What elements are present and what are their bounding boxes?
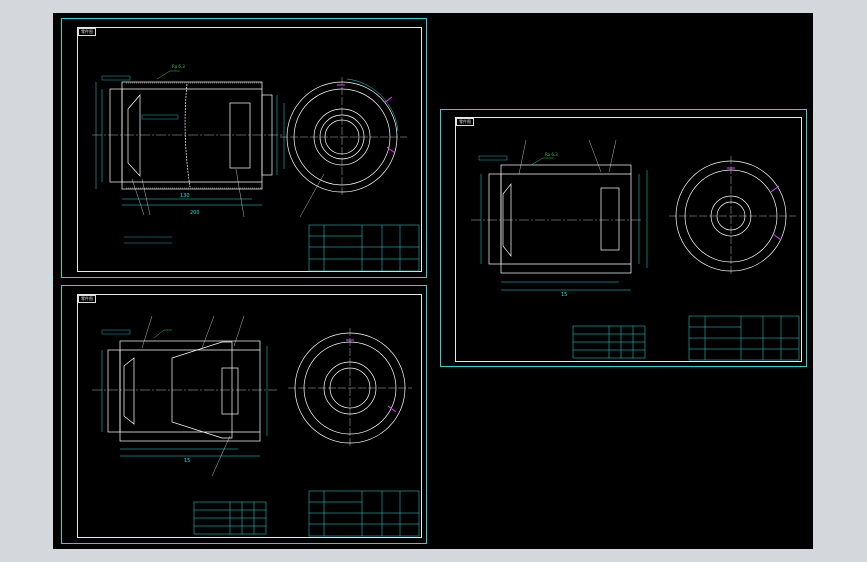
- cylinder-c-body: [119, 340, 261, 442]
- dim-shell-a: 200: [190, 210, 200, 216]
- cad-viewport[interactable]: 零件图 130 200 Ra 6.3 零件图 15 Ra 6.3 零件图 15: [53, 13, 813, 549]
- param-table-b: [572, 325, 646, 359]
- drawing-sheet-b[interactable]: 零件图 15 Ra 6.3: [440, 109, 807, 367]
- sheet-a-drawing: 130 200 Ra 6.3: [92, 64, 420, 272]
- svg-text:Ra 6.3: Ra 6.3: [545, 152, 558, 157]
- svg-text:Ra 6.3: Ra 6.3: [172, 64, 185, 69]
- title-block-a: [308, 224, 420, 272]
- cylinder-a-body: [121, 81, 263, 190]
- sheet-b-drawing: 15 Ra 6.3: [471, 139, 800, 361]
- drawing-sheet-c[interactable]: 零件图 15: [61, 285, 427, 544]
- dim-overall-c: 15: [184, 458, 190, 464]
- param-table-c: [193, 501, 267, 535]
- drawing-sheet-a[interactable]: 零件图 130 200 Ra 6.3: [61, 18, 427, 278]
- title-block-c: [308, 490, 420, 537]
- title-block-b: [688, 315, 800, 361]
- dim-overall-a: 130: [180, 193, 190, 199]
- sheet-c-drawing: 15: [92, 315, 420, 537]
- dim-overall-b: 15: [561, 292, 567, 298]
- cylinder-b-body: [500, 164, 632, 274]
